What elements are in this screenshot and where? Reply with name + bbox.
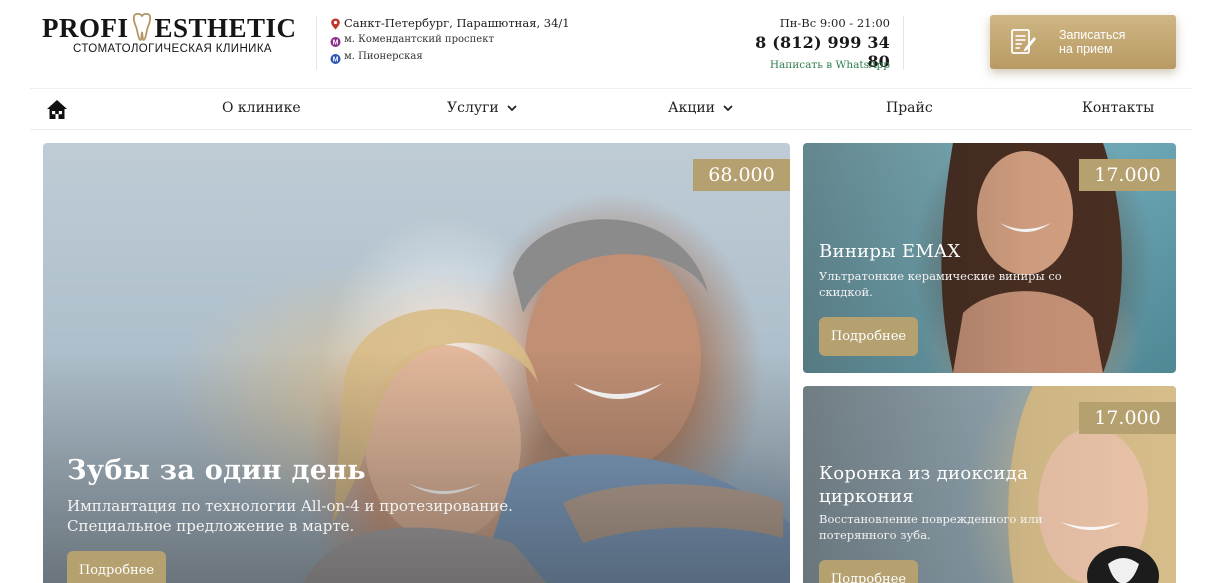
more-details-button[interactable]: Подробнее <box>819 317 918 356</box>
main-navigation: О клинике Услуги Акции Прайс Контакты <box>30 88 1192 130</box>
promo-card-zirconia-crown[interactable]: 17.000 Коронка из диоксида циркония Восс… <box>803 386 1176 583</box>
more-details-button[interactable]: Подробнее <box>67 551 166 583</box>
metro-station-2: м. Пионерская <box>344 51 423 62</box>
metro-station-1: м. Комендантский проспект <box>344 33 494 45</box>
tooth-logo-icon <box>132 13 151 41</box>
promo-card-one-day-teeth[interactable]: 68.000 Зубы за один день Имплантация по … <box>43 143 790 583</box>
book-appointment-label: Записаться на прием <box>1059 28 1125 56</box>
working-hours: Пн-Вс 9:00 - 21:00 <box>779 16 890 30</box>
nav-item-promotions[interactable]: Акции <box>668 100 733 116</box>
promo-description: Восстановление поврежденного или потерян… <box>819 512 1043 542</box>
chevron-down-icon <box>507 104 517 111</box>
promo-description: Ультратонкие керамические виниры со скид… <box>819 269 1062 299</box>
nav-item-label: Контакты <box>1082 100 1155 116</box>
promo-title: Коронка из диоксида циркония <box>819 463 1029 507</box>
nav-item-label: Акции <box>668 100 716 116</box>
price-badge: 68.000 <box>693 159 790 191</box>
phone-link[interactable]: 8 (812) 999 34 80 <box>740 33 890 71</box>
logo-word-left: PROFI <box>42 13 129 43</box>
price-badge: 17.000 <box>1079 402 1176 434</box>
nav-item-label: Услуги <box>447 100 499 116</box>
nav-item-label: Прайс <box>886 100 933 116</box>
cta-label-line-1: Записаться <box>1059 28 1126 42</box>
logo-word-right: ESTHETIC <box>154 13 297 43</box>
logo-subtitle: СТОМАТОЛОГИЧЕСКАЯ КЛИНИКА <box>73 43 272 55</box>
svg-text:M: M <box>333 57 339 64</box>
svg-text:M: M <box>333 39 339 46</box>
contacts-block: Пн-Вс 9:00 - 21:00 8 (812) 999 34 80 Нап… <box>740 16 890 75</box>
nav-item-label: О клинике <box>222 100 301 116</box>
nav-item-prices[interactable]: Прайс <box>886 100 933 116</box>
nav-item-contacts[interactable]: Контакты <box>1082 100 1154 116</box>
site-header: PROFI ESTHETIC СТОМАТОЛОГИЧЕСКАЯ КЛИНИКА… <box>0 0 1220 88</box>
metro-icon: M <box>330 36 341 47</box>
map-pin-icon <box>331 18 340 30</box>
header-divider <box>903 16 904 70</box>
cta-label-line-2: на прием <box>1059 42 1113 56</box>
nav-item-about[interactable]: О клинике <box>222 100 301 116</box>
whatsapp-link[interactable]: Написать в WhatsApp <box>740 59 890 75</box>
appointment-form-icon <box>1011 29 1036 54</box>
home-icon[interactable] <box>46 99 68 120</box>
book-appointment-button[interactable]: Записаться на прием <box>990 15 1176 69</box>
promo-title: Виниры EMAX <box>819 241 961 262</box>
nav-item-services[interactable]: Услуги <box>447 100 517 116</box>
header-divider <box>316 16 317 70</box>
logo-wordmark: PROFI ESTHETIC <box>42 13 304 43</box>
promo-title: Зубы за один день <box>67 455 366 486</box>
promo-card-emax-veneers[interactable]: 17.000 Виниры EMAX Ультратонкие керамиче… <box>803 143 1176 373</box>
more-details-button[interactable]: Подробнее <box>819 560 918 583</box>
promo-description: Имплантация по технологии All-on-4 и про… <box>67 497 513 535</box>
clinic-logo[interactable]: PROFI ESTHETIC СТОМАТОЛОГИЧЕСКАЯ КЛИНИКА <box>42 13 304 59</box>
address-text: Санкт-Петербург, Парашютная, 34/1 <box>344 16 570 30</box>
price-badge: 17.000 <box>1079 159 1176 191</box>
chevron-down-icon <box>723 104 733 111</box>
metro-icon: M <box>330 54 341 64</box>
